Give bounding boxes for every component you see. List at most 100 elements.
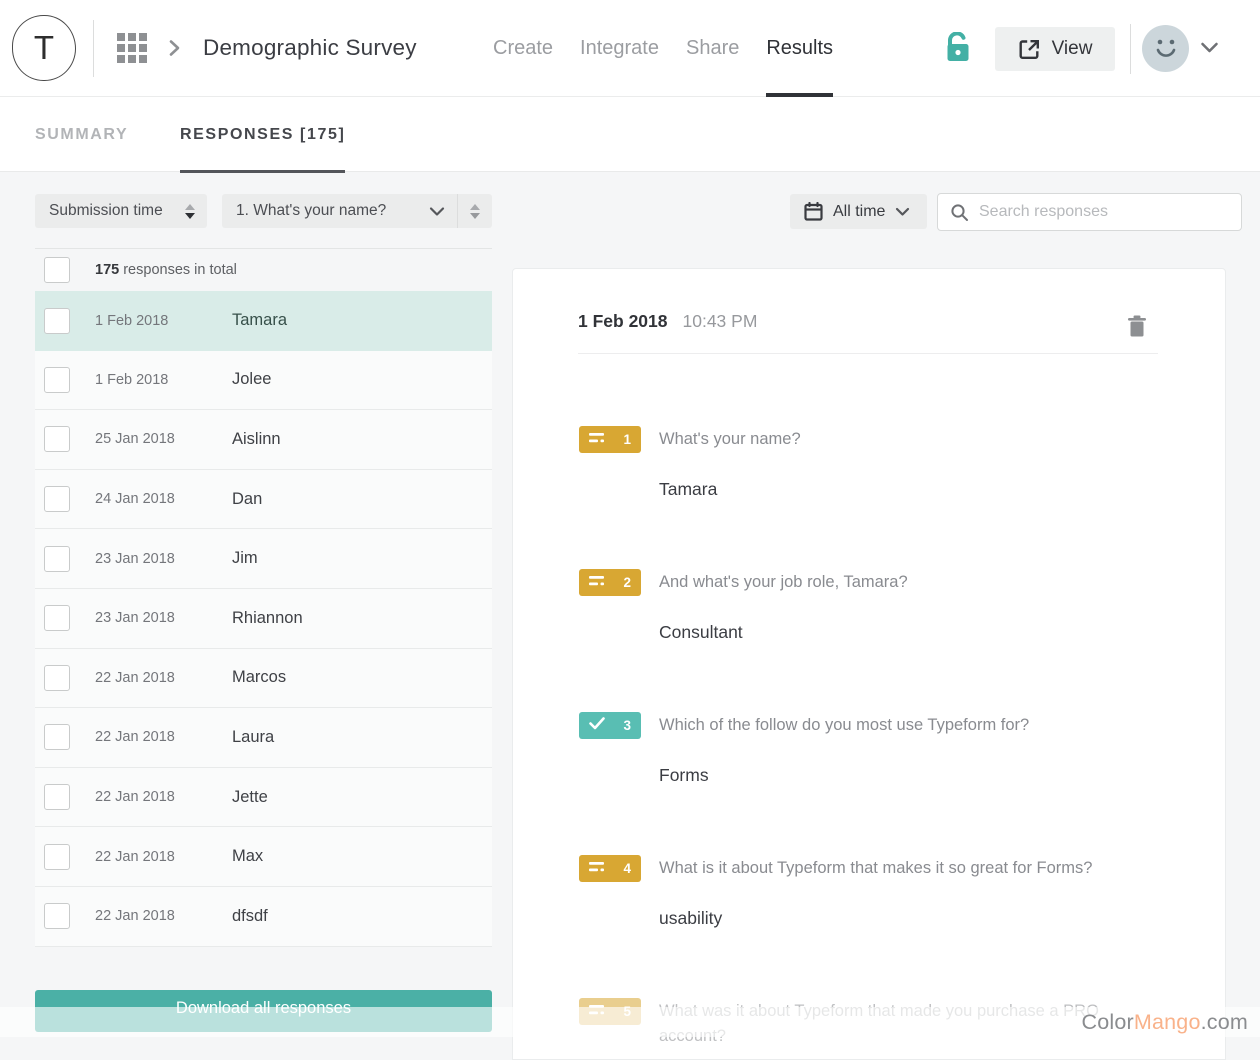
response-row[interactable]: 1 Feb 2018 Tamara	[35, 291, 492, 351]
row-date: 1 Feb 2018	[95, 372, 168, 388]
row-checkbox[interactable]	[44, 903, 70, 929]
account-menu-chevron-icon[interactable]	[1200, 41, 1219, 54]
response-time: 10:43 PM	[683, 311, 758, 332]
row-checkbox[interactable]	[44, 605, 70, 631]
view-button-label: View	[1052, 38, 1093, 60]
question-number: 3	[623, 718, 631, 733]
sort-direction-icon	[185, 204, 195, 219]
response-row[interactable]: 22 Jan 2018 Jette	[35, 768, 492, 828]
lock-open-icon[interactable]	[945, 32, 971, 63]
response-row[interactable]: 23 Jan 2018 Jim	[35, 529, 492, 589]
row-name: Max	[232, 847, 263, 866]
question-number-badge: 2	[579, 569, 641, 596]
card-divider	[578, 353, 1158, 354]
response-row[interactable]: 24 Jan 2018 Dan	[35, 470, 492, 530]
question-type-icon	[589, 574, 606, 592]
response-row[interactable]: 22 Jan 2018 dfsdf	[35, 887, 492, 947]
tab-responses[interactable]: RESPONSES [175]	[180, 97, 345, 172]
answer-text: usability	[659, 908, 722, 929]
answer-text: Tamara	[659, 479, 717, 500]
response-detail-card: 1 Feb 2018 10:43 PM 1 What's your name? …	[512, 268, 1226, 1060]
question-number-badge: 1	[579, 426, 641, 453]
row-checkbox[interactable]	[44, 426, 70, 452]
search-icon	[950, 203, 969, 222]
external-link-icon	[1018, 38, 1041, 61]
question-column-label: 1. What's your name?	[222, 202, 429, 220]
main-nav: Create Integrate Share Results	[493, 0, 833, 97]
response-row[interactable]: 23 Jan 2018 Rhiannon	[35, 589, 492, 649]
question-column-dropdown[interactable]: 1. What's your name?	[222, 194, 492, 228]
row-checkbox[interactable]	[44, 665, 70, 691]
row-date: 22 Jan 2018	[95, 789, 175, 805]
delete-response-button[interactable]	[1127, 315, 1147, 338]
responses-total: 175 responses in total	[95, 262, 237, 278]
row-date: 1 Feb 2018	[95, 313, 168, 329]
question-answer-block: 5 What was it about Typeform that made y…	[579, 998, 1179, 1049]
chevron-down-icon	[429, 206, 445, 217]
row-checkbox[interactable]	[44, 546, 70, 572]
question-sort-toggle[interactable]	[458, 194, 492, 228]
question-text: What was it about Typeform that made you…	[659, 998, 1137, 1049]
tab-summary[interactable]: SUMMARY	[35, 97, 128, 172]
question-answer-block: 2 And what's your job role, Tamara? Cons…	[579, 569, 1179, 596]
response-row[interactable]: 22 Jan 2018 Marcos	[35, 649, 492, 709]
row-checkbox[interactable]	[44, 367, 70, 393]
row-date: 23 Jan 2018	[95, 610, 175, 626]
row-date: 22 Jan 2018	[95, 729, 175, 745]
date-range-dropdown[interactable]: All time	[790, 194, 927, 229]
row-date: 23 Jan 2018	[95, 551, 175, 567]
results-tabbar: SUMMARY RESPONSES [175]	[0, 97, 1260, 172]
nav-item-create[interactable]: Create	[493, 0, 553, 97]
nav-item-results[interactable]: Results	[766, 0, 833, 97]
sort-field-dropdown[interactable]: Submission time	[35, 194, 207, 228]
row-checkbox[interactable]	[44, 724, 70, 750]
account-logo[interactable]: T	[12, 15, 76, 81]
question-number-badge: 4	[579, 855, 641, 882]
chevron-down-icon	[895, 207, 910, 217]
row-name: Jette	[232, 788, 268, 807]
question-answer-block: 3 Which of the follow do you most use Ty…	[579, 712, 1179, 739]
question-type-icon	[589, 431, 606, 449]
row-date: 24 Jan 2018	[95, 491, 175, 507]
question-number-badge: 3	[579, 712, 641, 739]
search-responses-box	[937, 193, 1242, 231]
response-row[interactable]: 1 Feb 2018 Jolee	[35, 351, 492, 411]
nav-item-share[interactable]: Share	[686, 0, 739, 97]
row-date: 22 Jan 2018	[95, 849, 175, 865]
row-name: Aislinn	[232, 430, 281, 449]
date-range-label: All time	[833, 203, 885, 221]
workspaces-grid-icon[interactable]	[117, 33, 147, 63]
select-all-checkbox[interactable]	[44, 257, 70, 283]
search-input[interactable]	[979, 203, 1229, 221]
typeform-results-page: T Demographic Survey CreateIntegrateShar…	[0, 0, 1260, 1060]
account-logo-letter: T	[34, 29, 54, 67]
question-number: 5	[623, 1004, 631, 1019]
row-checkbox[interactable]	[44, 844, 70, 870]
response-date: 1 Feb 2018	[578, 311, 668, 332]
question-text: What is it about Typeform that makes it …	[659, 855, 1092, 881]
response-row[interactable]: 22 Jan 2018 Max	[35, 827, 492, 887]
response-row[interactable]: 25 Jan 2018 Aislinn	[35, 410, 492, 470]
question-type-icon	[589, 1003, 606, 1021]
download-all-responses-button[interactable]: Download all responses	[35, 990, 492, 1032]
answer-text: Forms	[659, 765, 709, 786]
row-date: 22 Jan 2018	[95, 908, 175, 924]
response-row[interactable]: 22 Jan 2018 Laura	[35, 708, 492, 768]
question-type-icon	[589, 860, 606, 878]
row-name: Jim	[232, 549, 258, 568]
row-name: Dan	[232, 490, 262, 509]
view-button[interactable]: View	[995, 27, 1115, 71]
row-checkbox[interactable]	[44, 784, 70, 810]
row-name: Tamara	[232, 311, 287, 330]
row-date: 22 Jan 2018	[95, 670, 175, 686]
row-checkbox[interactable]	[44, 486, 70, 512]
question-text: What's your name?	[659, 426, 801, 452]
nav-item-integrate[interactable]: Integrate	[580, 0, 659, 97]
list-header: 175 responses in total	[35, 248, 492, 291]
calendar-icon	[804, 202, 823, 221]
row-name: Marcos	[232, 668, 286, 687]
smiley-avatar[interactable]	[1142, 25, 1189, 72]
question-number: 2	[623, 575, 631, 590]
row-name: Rhiannon	[232, 609, 303, 628]
row-checkbox[interactable]	[44, 308, 70, 334]
